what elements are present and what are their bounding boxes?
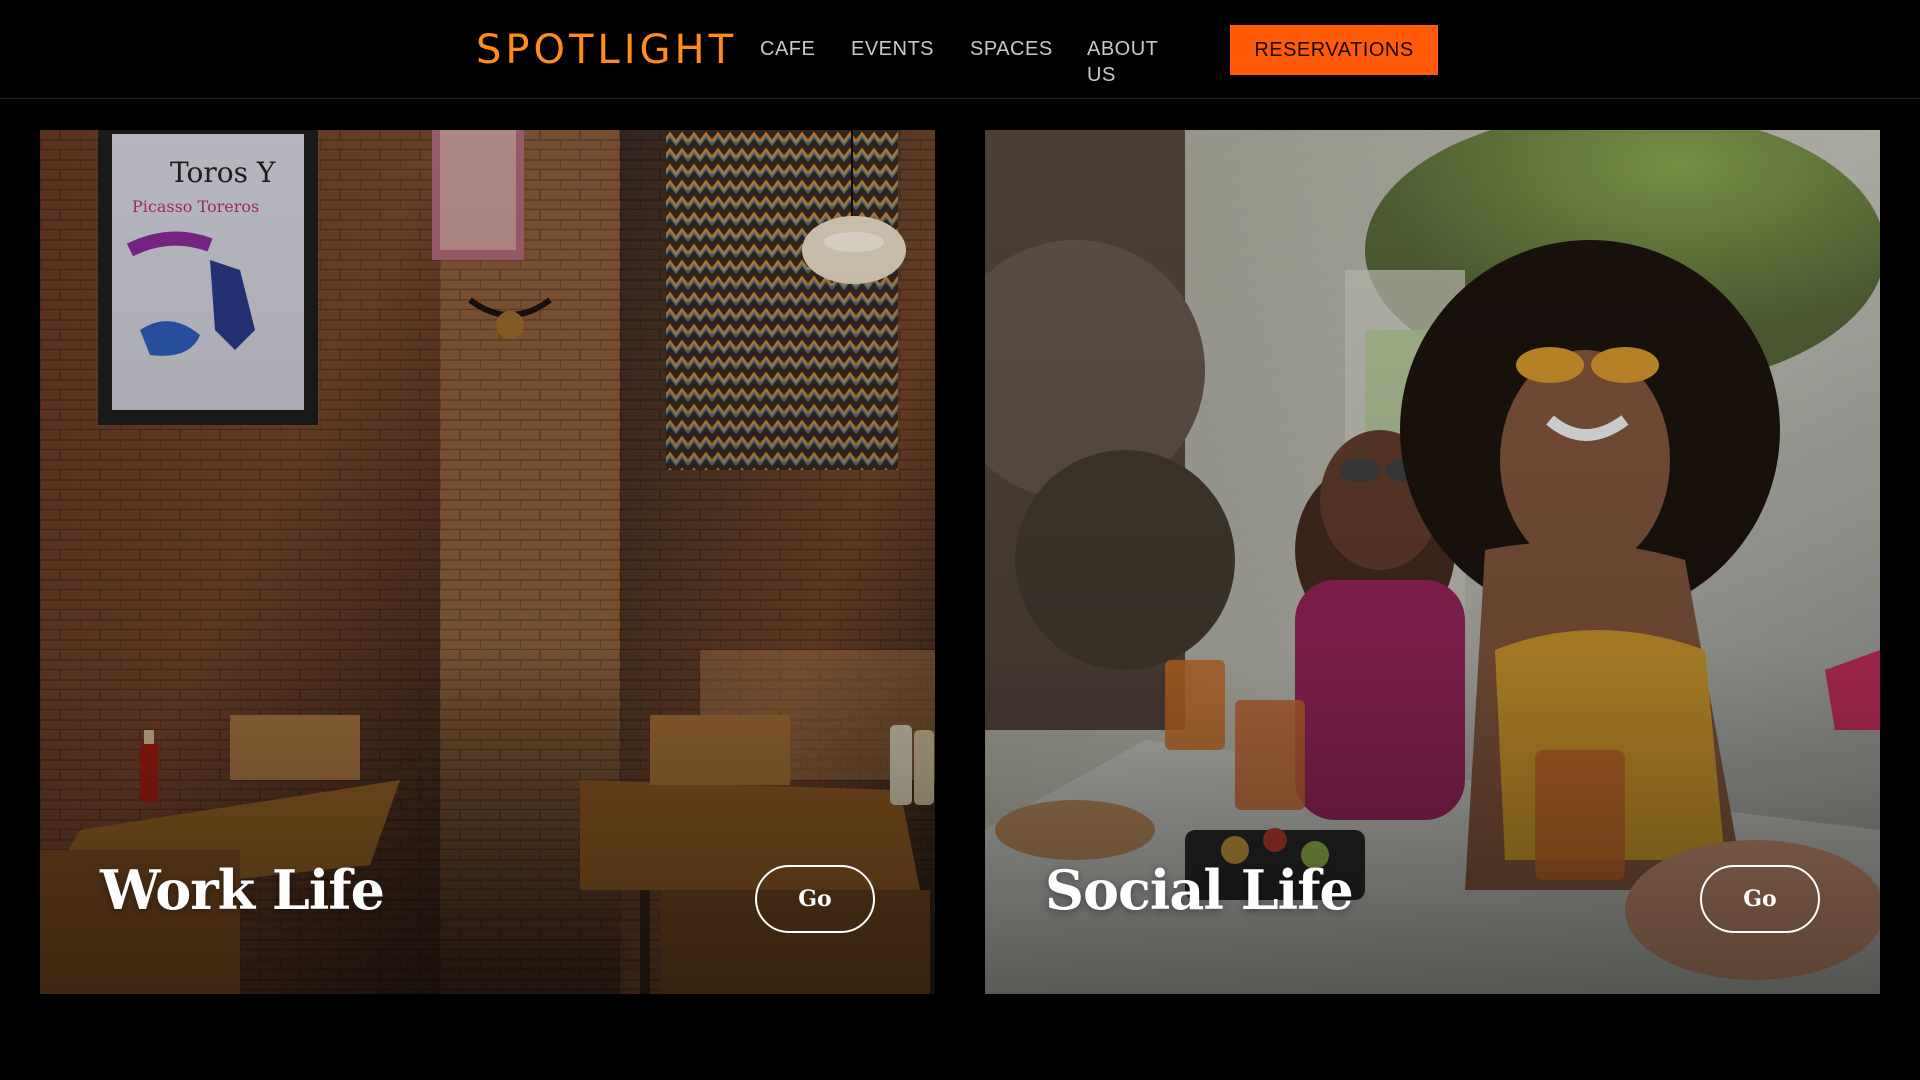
work-life-go-button[interactable]: Go <box>755 865 875 933</box>
work-life-card[interactable]: Toros Y Picasso Toreros <box>40 130 935 994</box>
site-header: SPOTLIGHT CAFE EVENTS SPACES ABOUT US RE… <box>0 0 1920 99</box>
work-life-title: Work Life <box>100 858 385 922</box>
reservations-button[interactable]: RESERVATIONS <box>1230 25 1438 75</box>
social-life-title: Social Life <box>1045 858 1354 922</box>
nav-events[interactable]: EVENTS <box>851 36 934 62</box>
nav-spaces[interactable]: SPACES <box>970 36 1053 62</box>
nav-about-us[interactable]: ABOUT US <box>1087 36 1158 88</box>
nav-cafe[interactable]: CAFE <box>760 36 815 62</box>
social-life-card[interactable]: Social Life Go <box>985 130 1880 994</box>
spotlight-logo[interactable]: SPOTLIGHT <box>476 26 737 74</box>
social-life-go-button[interactable]: Go <box>1700 865 1820 933</box>
